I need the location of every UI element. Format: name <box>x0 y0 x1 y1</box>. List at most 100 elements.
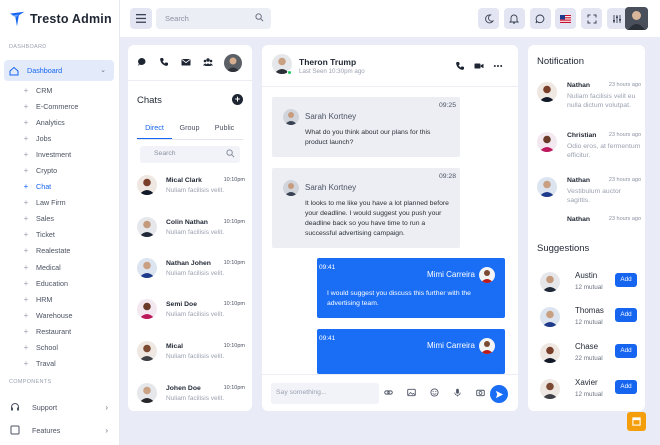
contact-list-item[interactable]: Johen Doe 10:10pm Nuliam facilisis velit. <box>137 383 245 409</box>
microphone-icon[interactable] <box>453 388 462 397</box>
chats-search-placeholder: Search <box>154 150 176 157</box>
suggestion-avatar <box>540 272 560 292</box>
sidebar-item-investment[interactable]: + Investment <box>0 146 120 162</box>
notifications-title: Notification <box>537 56 584 67</box>
notifications-button[interactable] <box>503 8 525 29</box>
notification-avatar <box>537 132 557 152</box>
contact-list-item[interactable]: Mical Clark 10:10pm Nuliam facilisis velit… <box>137 175 245 201</box>
contact-list-item[interactable]: Colin Nathan 10:10pm Nuliam facilisis veli… <box>137 217 245 243</box>
sidebar-item-law-firm[interactable]: + Law Firm <box>0 195 120 211</box>
sidebar-item-hrm[interactable]: + HRM <box>0 291 120 307</box>
sidebar-item-support[interactable]: Support › <box>0 398 120 416</box>
sidebar-item-e-commerce[interactable]: + E-Commerce <box>0 98 120 114</box>
sidebar-item-features[interactable]: Features › <box>0 421 120 439</box>
emoji-icon[interactable] <box>430 388 439 397</box>
mail-icon[interactable] <box>181 57 191 67</box>
user-avatar-image <box>625 7 648 30</box>
plus-icon: + <box>23 326 29 336</box>
language-button[interactable] <box>555 8 577 29</box>
contact-list-item[interactable]: Semi Doe 10:10pm Nuliam facilisis velit. <box>137 299 245 325</box>
add-friend-button[interactable]: Add <box>615 380 637 394</box>
sidebar-item-jobs[interactable]: + Jobs <box>0 130 120 146</box>
message-input[interactable]: Say something... <box>271 383 379 404</box>
contact-list-item[interactable]: Mical 10:10pm Nuliam facilisis velit. <box>137 341 245 367</box>
sidebar-item-warehouse[interactable]: + Warehouse <box>0 307 120 323</box>
tabs-divider <box>137 139 243 140</box>
sidebar-item-chat[interactable]: + Chat <box>0 179 120 195</box>
phone-icon[interactable] <box>455 61 465 71</box>
link-icon[interactable] <box>384 388 393 397</box>
chats-search-input[interactable]: Search <box>140 146 240 163</box>
chevron-right-icon: › <box>105 402 108 412</box>
fullscreen-button[interactable] <box>581 8 603 29</box>
contact-avatar <box>137 341 157 361</box>
sidebar-item-label: Crypto <box>36 166 58 176</box>
sidebar-item-education[interactable]: + Education <box>0 275 120 291</box>
search-input[interactable]: Search <box>156 8 271 29</box>
group-icon[interactable] <box>203 57 213 67</box>
suggestion-name: Xavier <box>575 378 598 387</box>
notification-item[interactable]: Christian 23 hours ago Odio eros, at ferme… <box>537 132 641 172</box>
add-friend-button[interactable]: Add <box>615 273 637 287</box>
topbar-actions <box>478 8 633 29</box>
sender-name: Sarah Kortney <box>305 112 357 121</box>
sidebar-item-traval[interactable]: + Traval <box>0 356 120 372</box>
contact-avatar <box>137 299 157 319</box>
message-text: What do you think about our plans for th… <box>305 129 431 146</box>
sidebar-item-label: Warehouse <box>36 310 73 320</box>
suggestion-name: Chase <box>575 342 599 351</box>
messages-button[interactable] <box>529 8 551 29</box>
send-button[interactable] <box>490 385 508 403</box>
sidebar-item-school[interactable]: + School <box>0 340 120 356</box>
image-icon[interactable] <box>407 388 416 397</box>
my-avatar[interactable] <box>224 54 242 72</box>
sidebar-item-crm[interactable]: + CRM <box>0 82 120 98</box>
send-icon <box>495 390 503 398</box>
flag-icon <box>560 14 572 23</box>
contact-name: Johen Doe <box>166 385 201 392</box>
notification-item[interactable]: Nathan 23 hours ago Vestibulum auctor sagi… <box>537 177 641 217</box>
theme-toggle-button[interactable] <box>478 8 499 29</box>
search-icon[interactable] <box>255 13 264 22</box>
chats-panel: Chats + Direct Group Public Search Mical… <box>128 45 252 411</box>
video-camera-icon[interactable] <box>474 61 484 71</box>
plus-icon: + <box>23 230 29 240</box>
suggestion-mutual: 12 mutual <box>575 391 603 398</box>
sidebar-item-crypto[interactable]: + Crypto <box>0 162 120 178</box>
menu-toggle-button[interactable] <box>130 8 152 29</box>
tab-public[interactable]: Public <box>207 123 242 140</box>
online-status-dot <box>287 70 292 75</box>
sidebar-item-realestate[interactable]: + Realestate <box>0 243 120 259</box>
sidebar-item-label: Realestate <box>36 246 71 256</box>
sidebar-item-sales[interactable]: + Sales <box>0 211 120 227</box>
phone-icon[interactable] <box>159 57 169 67</box>
message-icon[interactable] <box>137 57 147 67</box>
notification-item[interactable]: Nathan 23 hours ago Nuliam facilisis velit… <box>537 82 641 122</box>
sidebar-item-dashboard[interactable]: Dashboard ⌄ <box>4 60 114 81</box>
message-incoming: Sarah Kortney 09:28 It looks to me like … <box>272 168 460 248</box>
sidebar-item-medical[interactable]: + Medical <box>0 259 120 275</box>
brand-logo[interactable]: Tresto Admin <box>8 8 112 30</box>
plus-icon: + <box>23 166 29 176</box>
settings-fab-button[interactable] <box>627 412 646 431</box>
new-chat-button[interactable]: + <box>232 94 243 105</box>
sidebar-item-analytics[interactable]: + Analytics <box>0 114 120 130</box>
notification-name: Nathan <box>567 82 591 89</box>
tab-direct[interactable]: Direct <box>137 123 172 140</box>
suggestion-mutual: 12 mutual <box>575 319 603 326</box>
more-horizontal-icon[interactable] <box>493 61 503 71</box>
sidebar-item-ticket[interactable]: + Ticket <box>0 227 120 243</box>
chats-title: Chats <box>137 95 162 106</box>
chevron-right-icon: › <box>105 425 108 435</box>
sidebar-item-restaurant[interactable]: + Restaurant <box>0 323 120 339</box>
brand-name: Tresto Admin <box>30 12 112 26</box>
add-friend-button[interactable]: Add <box>615 308 637 322</box>
user-avatar[interactable] <box>625 7 648 30</box>
camera-icon[interactable] <box>476 388 485 397</box>
chats-tabs: Direct Group Public <box>137 123 243 140</box>
suggestions-title: Suggestions <box>537 243 590 254</box>
add-friend-button[interactable]: Add <box>615 344 637 358</box>
contact-list-item[interactable]: Nathan Johen 10:10pm Nuliam facilisis veli… <box>137 258 245 284</box>
tab-group[interactable]: Group <box>172 123 207 140</box>
search-placeholder: Search <box>165 14 189 23</box>
